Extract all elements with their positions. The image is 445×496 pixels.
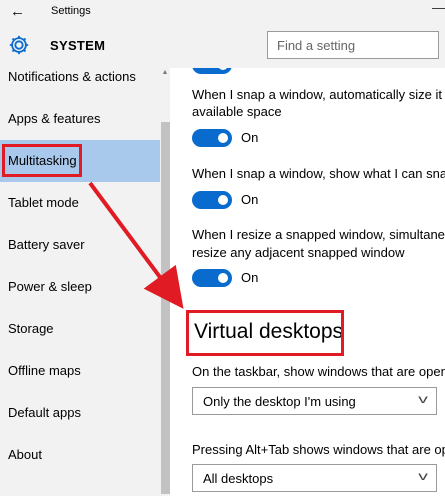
sidebar-item-tablet-mode[interactable]: Tablet mode <box>0 182 160 224</box>
sidebar-item-storage[interactable]: Storage <box>0 308 160 350</box>
back-arrow-icon[interactable]: ← <box>10 3 25 20</box>
sidebar-item-default-apps[interactable]: Default apps <box>0 392 160 434</box>
snap1-line2: available space <box>192 104 282 119</box>
sidebar-item-offline-maps[interactable]: Offline maps <box>0 350 160 392</box>
snap2-toggle[interactable] <box>192 191 232 209</box>
snap3-toggle[interactable] <box>192 269 232 287</box>
highlight-box-virtual-desktops <box>186 310 344 356</box>
window-title: Settings <box>51 5 91 17</box>
snap1-toggle-label: On <box>241 130 259 145</box>
section-title: SYSTEM <box>50 38 106 53</box>
alttab-label: Pressing Alt+Tab shows windows that are … <box>192 442 445 457</box>
minimize-icon[interactable]: — <box>432 0 445 15</box>
taskbar-label: On the taskbar, show windows that are op… <box>192 364 445 379</box>
sidebar-item-battery-saver[interactable]: Battery saver <box>0 224 160 266</box>
taskbar-dropdown[interactable]: Only the desktop I'm using v <box>192 387 437 415</box>
snap3-toggle-label: On <box>241 270 259 285</box>
snap1-line1: When I snap a window, automatically size… <box>192 87 443 102</box>
sidebar-item-about[interactable]: About <box>0 434 160 476</box>
snap1-toggle[interactable] <box>192 129 232 147</box>
title-bar: ← Settings — <box>0 0 445 24</box>
snap2-text: When I snap a window, show what I can sn… <box>192 166 445 181</box>
snap3-line1: When I resize a snapped window, simultan… <box>192 227 445 242</box>
chevron-down-icon: v <box>418 392 428 406</box>
alttab-dropdown-value: All desktops <box>203 471 274 486</box>
sidebar-item-power-sleep[interactable]: Power & sleep <box>0 266 160 308</box>
snap2-toggle-label: On <box>241 192 259 207</box>
settings-content: When I snap a window, automatically size… <box>172 68 445 496</box>
sidebar-item-notifications[interactable]: Notifications & actions <box>0 56 160 98</box>
toggle-partial[interactable] <box>192 68 232 74</box>
chevron-down-icon: v <box>418 469 428 483</box>
sidebar-item-apps-features[interactable]: Apps & features <box>0 98 160 140</box>
scroll-up-icon[interactable]: ▲ <box>160 68 170 78</box>
alttab-dropdown[interactable]: All desktops v <box>192 464 437 492</box>
snap3-line2: resize any adjacent snapped window <box>192 245 405 260</box>
sidebar: Notifications & actions Apps & features … <box>0 68 160 496</box>
highlight-box-multitasking <box>2 144 82 177</box>
scrollbar-thumb[interactable] <box>161 122 170 494</box>
search-input[interactable]: Find a setting <box>267 31 439 59</box>
taskbar-dropdown-value: Only the desktop I'm using <box>203 394 356 409</box>
gear-icon <box>9 35 29 55</box>
